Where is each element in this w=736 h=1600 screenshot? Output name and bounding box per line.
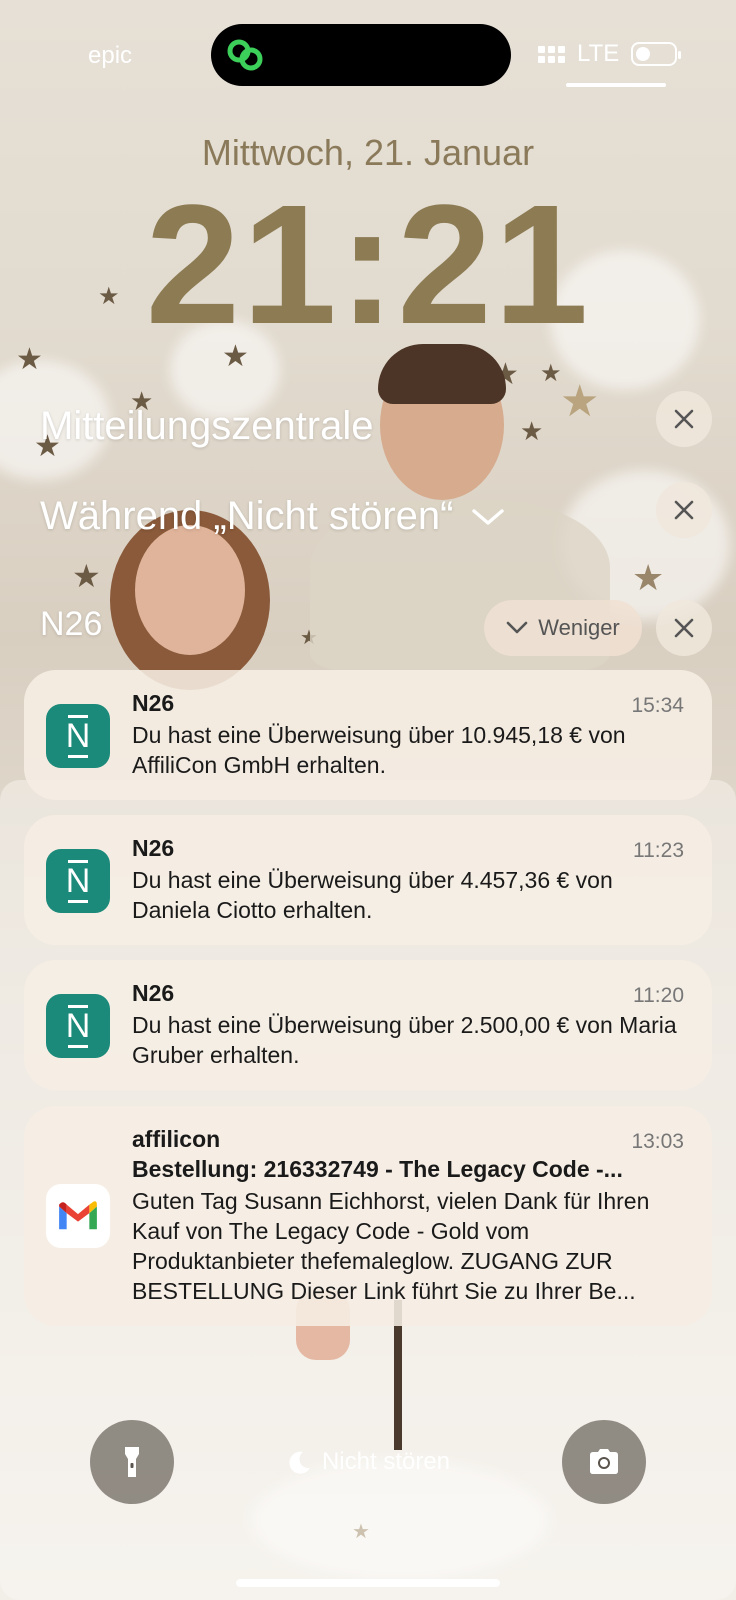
notification-center-title: Mitteilungszentrale <box>40 404 374 448</box>
notification-app: N26 <box>132 980 175 1006</box>
notification-app: N26 <box>132 835 175 861</box>
notification-time: 13:03 <box>631 1130 684 1153</box>
group-title: N26 <box>40 605 103 643</box>
link-activity-icon <box>227 39 263 71</box>
carrier-label: epic <box>88 42 133 69</box>
lock-date: Mittwoch, 21. Januar <box>201 132 535 173</box>
show-less-button[interactable]: Weniger <box>484 600 642 656</box>
notification-subject: Bestellung: 216332749 - The Legacy Code … <box>132 1156 623 1182</box>
notification-card[interactable]: affilicon 13:03 Bestellung: 216332749 - … <box>24 1106 712 1326</box>
clear-group-button[interactable] <box>656 600 712 656</box>
dnd-section-header[interactable]: Während „Nicht stören“ <box>40 494 505 539</box>
battery-icon <box>631 42 682 66</box>
notification-app: affilicon <box>132 1126 221 1152</box>
chevron-down-icon <box>506 621 528 634</box>
notification-time: 11:20 <box>633 984 684 1007</box>
status-indicator-bar <box>566 83 666 87</box>
n26-icon: N <box>46 849 110 913</box>
clear-all-button[interactable] <box>656 391 712 447</box>
lock-time: 21:21 <box>145 170 591 360</box>
close-icon <box>674 618 694 638</box>
close-icon <box>674 500 694 520</box>
network-type: LTE <box>577 40 620 67</box>
moon-icon <box>289 1451 310 1474</box>
n26-icon: N <box>46 704 110 768</box>
notification-body: Du hast eine Überweisung über 2.500,00 €… <box>132 1012 677 1068</box>
focus-mode-label: Nicht stören <box>321 1448 451 1475</box>
show-less-label: Weniger <box>538 615 620 640</box>
notification-body: Du hast eine Überweisung über 4.457,36 €… <box>132 867 613 923</box>
dynamic-island[interactable] <box>211 24 511 86</box>
dnd-section-title: Während „Nicht stören“ <box>40 494 454 538</box>
gmail-icon <box>46 1184 110 1248</box>
n26-icon: N <box>46 994 110 1058</box>
notification-card[interactable]: N N26 15:34 Du hast eine Überweisung übe… <box>24 670 712 800</box>
camera-button[interactable] <box>562 1420 646 1504</box>
notification-card[interactable]: N N26 11:20 Du hast eine Überweisung übe… <box>24 960 712 1090</box>
notification-time: 15:34 <box>631 694 684 717</box>
notification-body: Guten Tag Susann Eichhorst, vielen Dank … <box>132 1188 650 1304</box>
notification-app: N26 <box>132 690 175 716</box>
notification-time: 11:23 <box>633 839 684 862</box>
clear-dnd-button[interactable] <box>656 482 712 538</box>
notification-card[interactable]: N N26 11:23 Du hast eine Überweisung übe… <box>24 815 712 945</box>
camera-icon <box>590 1449 618 1474</box>
notification-body: Du hast eine Überweisung über 10.945,18 … <box>132 722 626 778</box>
home-indicator[interactable] <box>236 1579 500 1587</box>
signal-icon <box>538 45 565 63</box>
close-icon <box>674 409 694 429</box>
status-icons: LTE <box>538 40 682 68</box>
chevron-down-icon <box>472 508 505 525</box>
